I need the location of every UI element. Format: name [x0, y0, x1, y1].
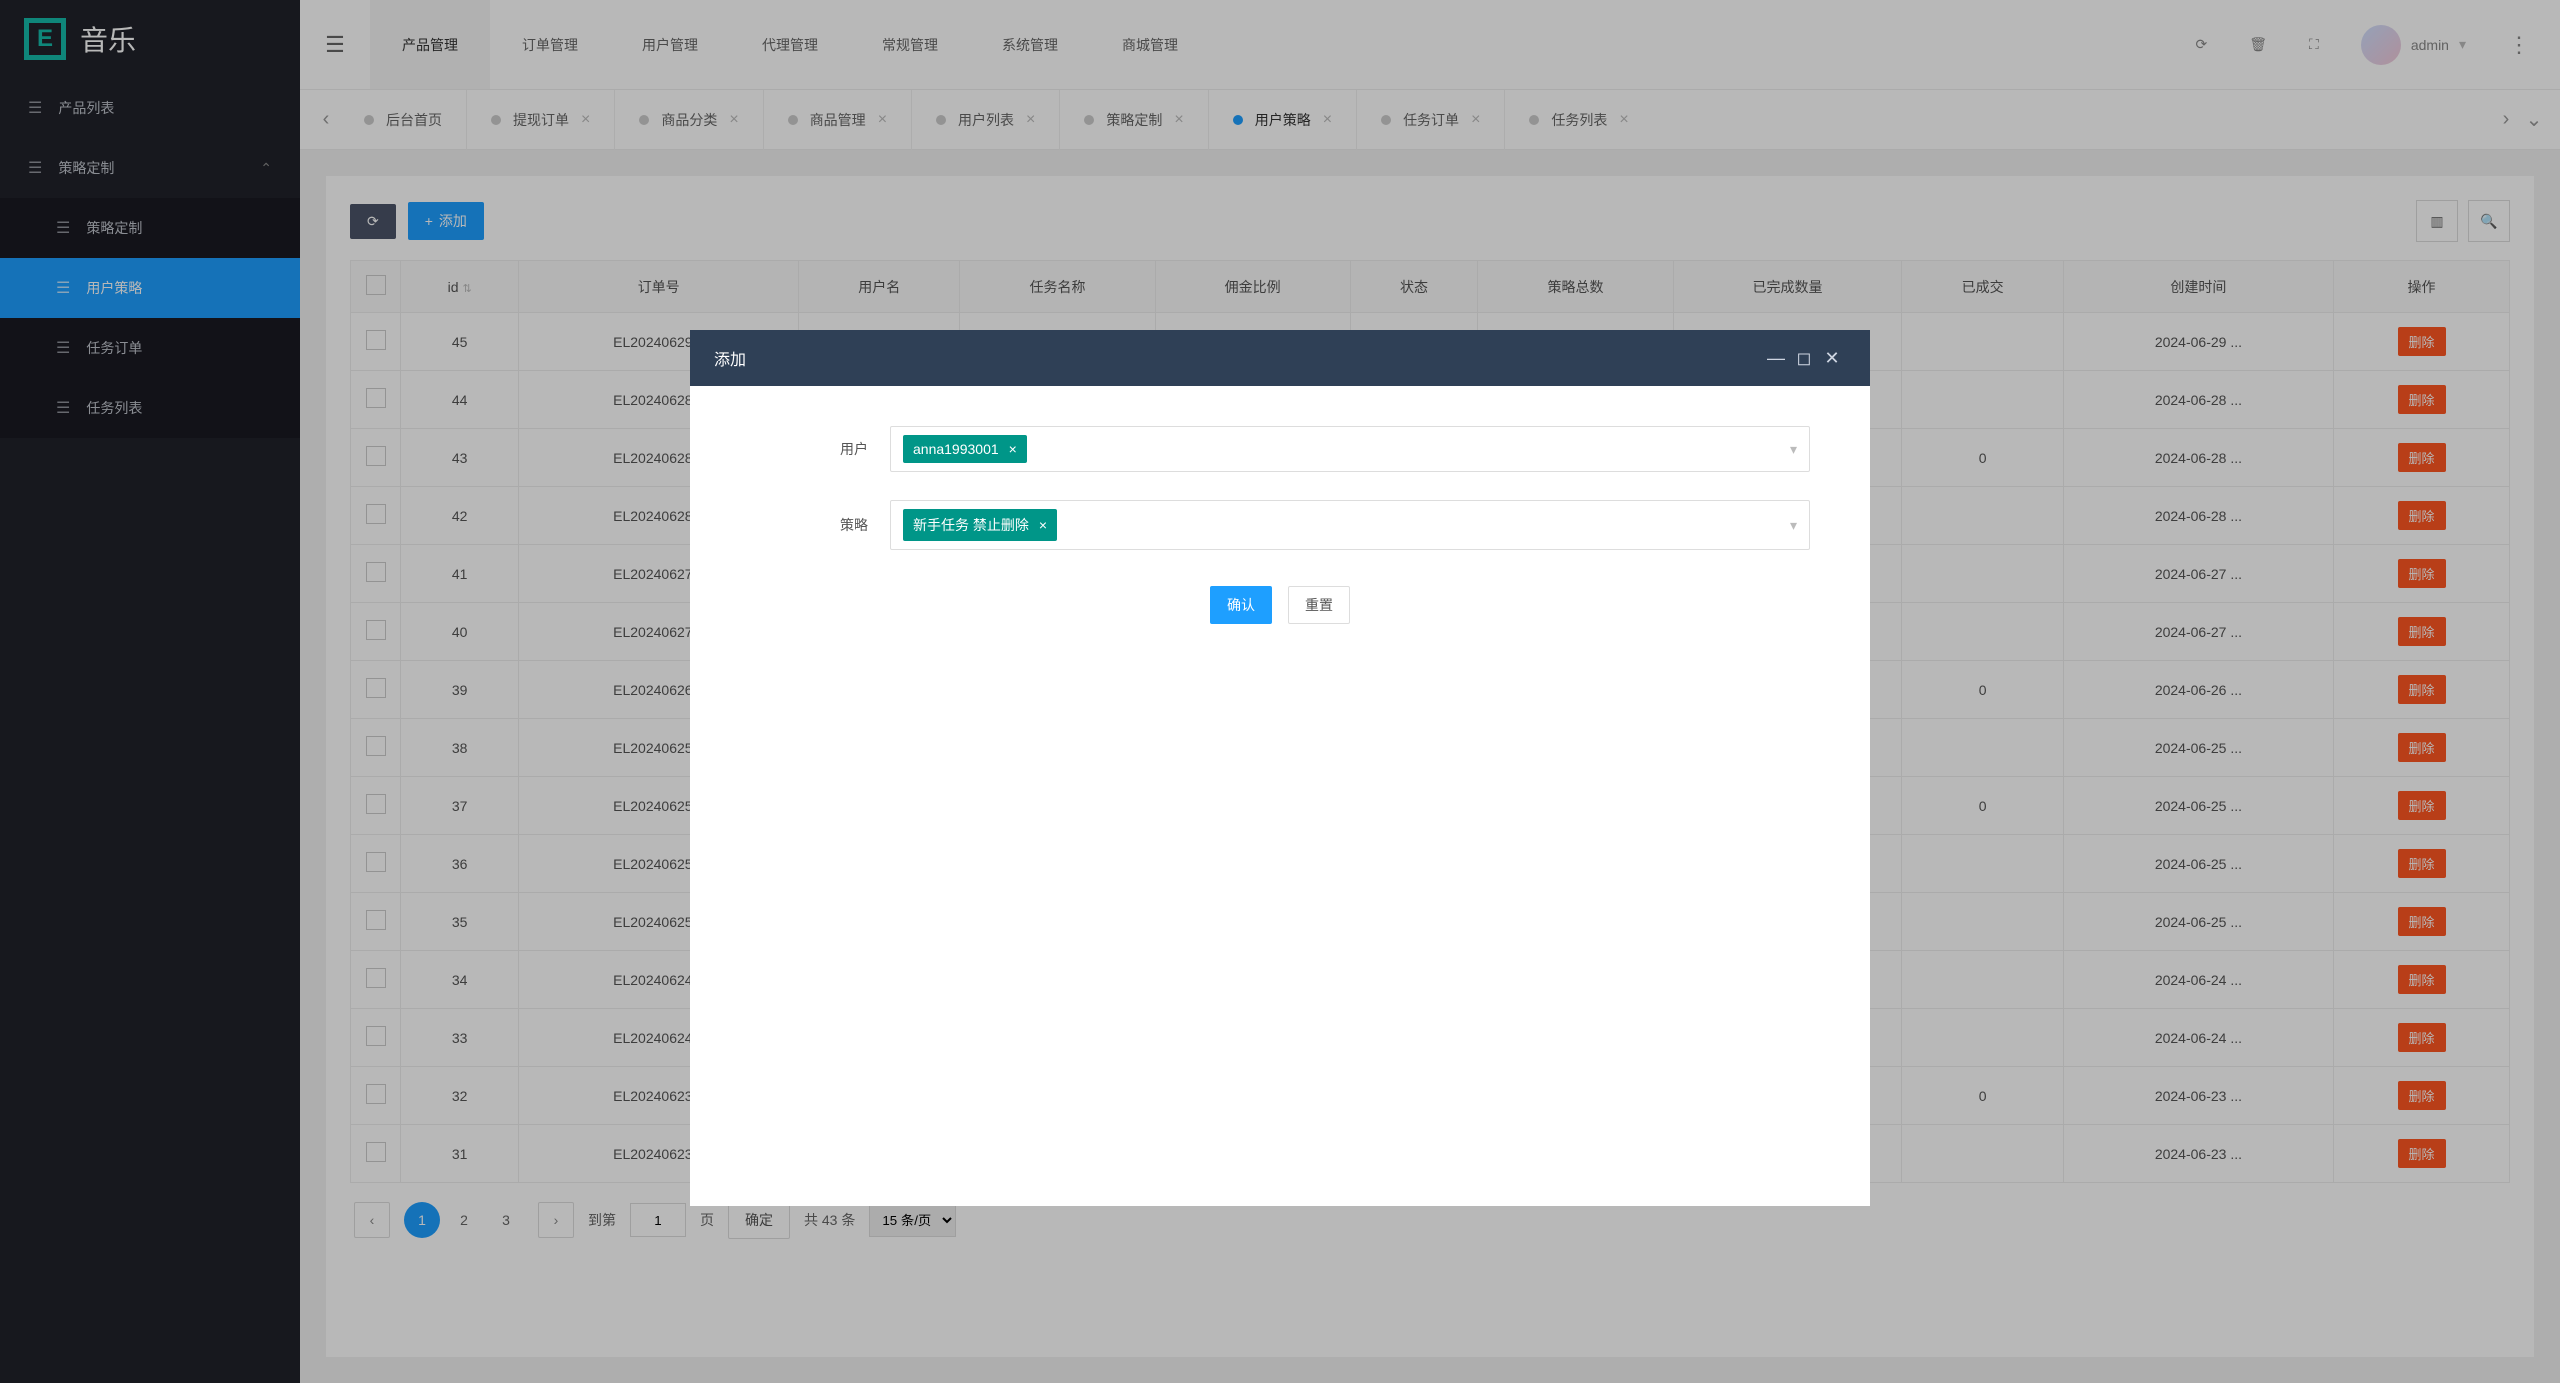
modal-title: 添加: [714, 346, 1762, 370]
modal-overlay: 添加 — ◻ ✕ 用户 anna1993001 × ▾ 策略: [0, 0, 2560, 1383]
strategy-select[interactable]: 新手任务 禁止删除 × ▾: [890, 500, 1810, 550]
chevron-down-icon: ▾: [1790, 441, 1797, 458]
strategy-tag: 新手任务 禁止删除 ×: [903, 509, 1057, 541]
user-tag: anna1993001 ×: [903, 435, 1027, 463]
add-modal: 添加 — ◻ ✕ 用户 anna1993001 × ▾ 策略: [690, 330, 1870, 1206]
reset-label: 重置: [1305, 595, 1333, 615]
user-tag-label: anna1993001: [913, 441, 999, 457]
form-label-strategy: 策略: [750, 515, 890, 535]
confirm-label: 确认: [1227, 595, 1255, 615]
confirm-button[interactable]: 确认: [1210, 586, 1272, 624]
tag-remove-icon[interactable]: ×: [1039, 517, 1047, 533]
maximize-icon[interactable]: ◻: [1790, 348, 1818, 369]
reset-button[interactable]: 重置: [1288, 586, 1350, 624]
tag-remove-icon[interactable]: ×: [1009, 441, 1017, 457]
user-select[interactable]: anna1993001 × ▾: [890, 426, 1810, 472]
form-label-user: 用户: [750, 439, 890, 459]
close-icon[interactable]: ✕: [1818, 348, 1846, 369]
minimize-icon[interactable]: —: [1762, 348, 1790, 369]
strategy-tag-label: 新手任务 禁止删除: [913, 515, 1029, 535]
chevron-down-icon: ▾: [1790, 517, 1797, 534]
